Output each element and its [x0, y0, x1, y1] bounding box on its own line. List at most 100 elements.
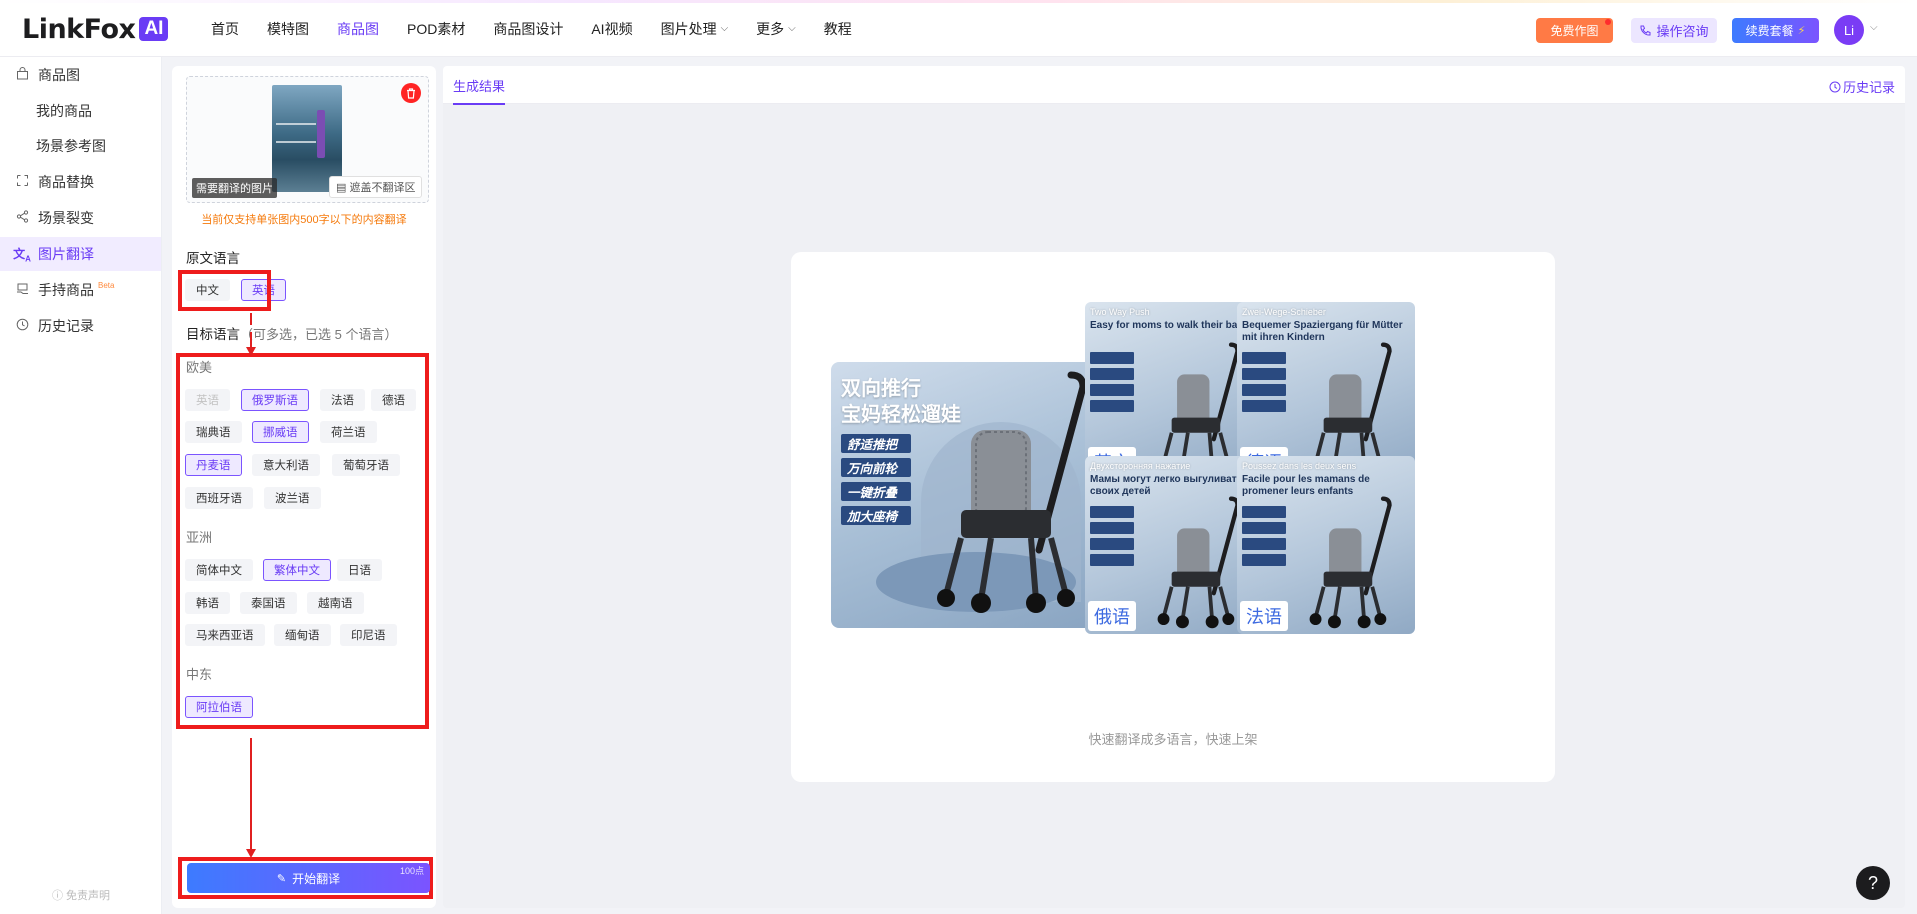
lang-chip[interactable]: 阿拉伯语 — [185, 696, 253, 718]
translated-thumb-french: Poussez dans les deux sens Facile pour l… — [1237, 456, 1415, 634]
logo-word: LinkFox — [22, 13, 136, 45]
phone-icon — [1640, 25, 1651, 36]
sidebar-item-history[interactable]: 历史记录 — [0, 309, 161, 343]
lang-chip[interactable]: 葡萄牙语 — [332, 454, 400, 476]
stroller-illustration — [1309, 496, 1392, 629]
lang-chip[interactable]: 意大利语 — [252, 454, 320, 476]
thumb-header: Двухсторонняя нажатие — [1090, 461, 1191, 471]
chevron-down-icon: ⌵ — [788, 23, 796, 34]
example-feature: 加大座椅 — [841, 506, 911, 525]
lang-chip[interactable]: 法语 — [320, 389, 365, 411]
sidebar-item-scene-fission[interactable]: 场景裂变 — [0, 201, 161, 235]
thumb-subheader: Facile pour les mamans de promener leurs… — [1242, 474, 1370, 497]
cost-badge: 100点 — [399, 866, 424, 876]
disclaimer-link[interactable]: ⓘ 免责声明 — [0, 887, 162, 903]
renew-plan-button[interactable]: 续费套餐 ⚡ — [1732, 18, 1819, 43]
settings-panel: 需要翻译的图片 ▤ 遮盖不翻译区 当前仅支持单张图内500字以下的内容翻译 原文… — [172, 66, 436, 908]
swap-icon — [12, 174, 32, 190]
lang-chip[interactable]: 繁体中文 — [263, 559, 331, 581]
lang-chip[interactable]: 简体中文 — [185, 559, 253, 581]
example-feature: 万向前轮 — [841, 458, 911, 477]
thumb-feature-tag — [1242, 400, 1286, 412]
lang-chip[interactable]: 波兰语 — [264, 487, 321, 509]
thumbnail-text-block — [276, 123, 316, 143]
lightning-icon: ⚡ — [1797, 25, 1806, 37]
nav-product[interactable]: 商品图 — [337, 19, 379, 39]
result-area: 生成结果 历史记录 双向推行 宝妈轻松遛娃 舒适推把 万向前轮 一键折叠 加大座… — [443, 66, 1905, 908]
share-icon — [12, 210, 32, 226]
lang-tag: 俄语 — [1088, 601, 1136, 631]
logo[interactable]: LinkFox AI — [22, 13, 169, 45]
upload-area[interactable]: 需要翻译的图片 ▤ 遮盖不翻译区 — [186, 76, 429, 203]
thumb-subheader: Easy for moms to walk their babies — [1090, 320, 1258, 331]
lang-chip[interactable]: 日语 — [337, 559, 382, 581]
nav-more[interactable]: 更多 ⌵ — [756, 19, 796, 39]
delete-icon[interactable] — [401, 83, 421, 103]
help-button[interactable]: ? — [1856, 866, 1890, 900]
example-card: 双向推行 宝妈轻松遛娃 舒适推把 万向前轮 一键折叠 加大座椅 Two Way … — [791, 252, 1555, 782]
lang-chip[interactable]: 越南语 — [307, 592, 364, 614]
nav-pod[interactable]: POD素材 — [407, 19, 465, 39]
thumb-subheader: Мамы могут легко выгуливать своих детей — [1090, 474, 1243, 497]
stroller-illustration — [937, 371, 1087, 613]
sidebar-item-my-products[interactable]: 我的商品 — [0, 94, 161, 128]
source-language-title: 原文语言 — [186, 251, 240, 266]
clock-icon — [1829, 81, 1841, 92]
bag-icon — [12, 67, 32, 83]
avatar[interactable]: Li — [1834, 15, 1864, 45]
sidebar-item-handheld-product[interactable]: 手持商品 Beta — [0, 273, 161, 307]
sidebar-item-scene-reference[interactable]: 场景参考图 — [0, 129, 161, 163]
source-example-image: 双向推行 宝妈轻松遛娃 舒适推把 万向前轮 一键折叠 加大座椅 — [831, 362, 1097, 628]
thumb-feature-tag — [1090, 384, 1134, 396]
lang-chip[interactable]: 印尼语 — [340, 624, 397, 646]
sidebar-item-product-image[interactable]: 商品图 — [0, 58, 161, 92]
nav-model[interactable]: 模特图 — [267, 19, 309, 39]
thumbnail-product — [317, 110, 325, 158]
thumb-header: Poussez dans les deux sens — [1242, 461, 1357, 471]
region-europe-america: 欧美 — [186, 360, 213, 375]
sidebar-item-image-translate[interactable]: 文A 图片翻译 — [0, 237, 161, 271]
nav-product-design[interactable]: 商品图设计 — [493, 19, 563, 39]
lang-chip[interactable]: 西班牙语 — [185, 487, 253, 509]
lang-chip[interactable]: 荷兰语 — [320, 421, 377, 443]
free-draw-button[interactable]: 免费作图 — [1536, 18, 1613, 43]
notification-dot — [1605, 19, 1611, 25]
sidebar: 商品图 我的商品 场景参考图 商品替换 场景裂变 文A 图片翻译 手持商品 Be… — [0, 57, 162, 914]
thumb-feature-tag — [1242, 352, 1286, 364]
lang-chip[interactable]: 英语 — [185, 389, 230, 411]
lang-chip[interactable]: 挪威语 — [252, 421, 309, 443]
thumb-feature-tag — [1090, 538, 1134, 550]
thumb-feature-tag — [1090, 368, 1134, 380]
lang-chip[interactable]: 韩语 — [185, 592, 230, 614]
lang-chip[interactable]: 马来西亚语 — [185, 624, 265, 646]
history-link[interactable]: 历史记录 — [1829, 77, 1895, 96]
translated-thumb-german: Zwei-Wege-Schieber Bequemer Spaziergang … — [1237, 302, 1415, 480]
mask-area-button[interactable]: ▤ 遮盖不翻译区 — [329, 176, 423, 198]
thumb-feature-tag — [1090, 554, 1134, 566]
thumb-header: Zwei-Wege-Schieber — [1242, 307, 1326, 317]
consult-button[interactable]: 操作咨询 — [1631, 18, 1717, 43]
tab-results[interactable]: 生成结果 — [453, 76, 506, 105]
nav-ai-video[interactable]: AI视频 — [591, 19, 632, 39]
lang-chip[interactable]: 泰国语 — [240, 592, 297, 614]
lang-chip[interactable]: 瑞典语 — [185, 421, 242, 443]
target-language-hint: （可多选，已选 5 个语言） — [240, 327, 398, 342]
lang-chip[interactable]: 丹麦语 — [185, 454, 242, 476]
beta-badge: Beta — [98, 280, 115, 290]
thumb-feature-tag — [1090, 400, 1134, 412]
nav-tutorial[interactable]: 教程 — [824, 19, 852, 39]
start-translate-button[interactable]: ✎ 开始翻译 100点 — [187, 863, 430, 893]
thumb-feature-tag — [1242, 384, 1286, 396]
upload-label: 需要翻译的图片 — [192, 178, 277, 198]
sidebar-item-product-replace[interactable]: 商品替换 — [0, 165, 161, 199]
chevron-down-icon[interactable]: ⌵ — [1870, 22, 1878, 33]
lang-chip[interactable]: 缅甸语 — [274, 624, 331, 646]
top-bar: LinkFox AI 首页 模特图 商品图 POD素材 商品图设计 AI视频 图… — [0, 0, 1917, 57]
main-nav: 首页 模特图 商品图 POD素材 商品图设计 AI视频 图片处理 ⌵ 更多 ⌵ 教程 — [211, 0, 880, 57]
thumb-feature-tag — [1242, 522, 1286, 534]
logo-ai-badge: AI — [139, 17, 169, 41]
nav-home[interactable]: 首页 — [211, 19, 239, 39]
lang-chip[interactable]: 德语 — [371, 389, 416, 411]
nav-image-process[interactable]: 图片处理 ⌵ — [661, 19, 729, 39]
lang-chip[interactable]: 俄罗斯语 — [241, 389, 309, 411]
